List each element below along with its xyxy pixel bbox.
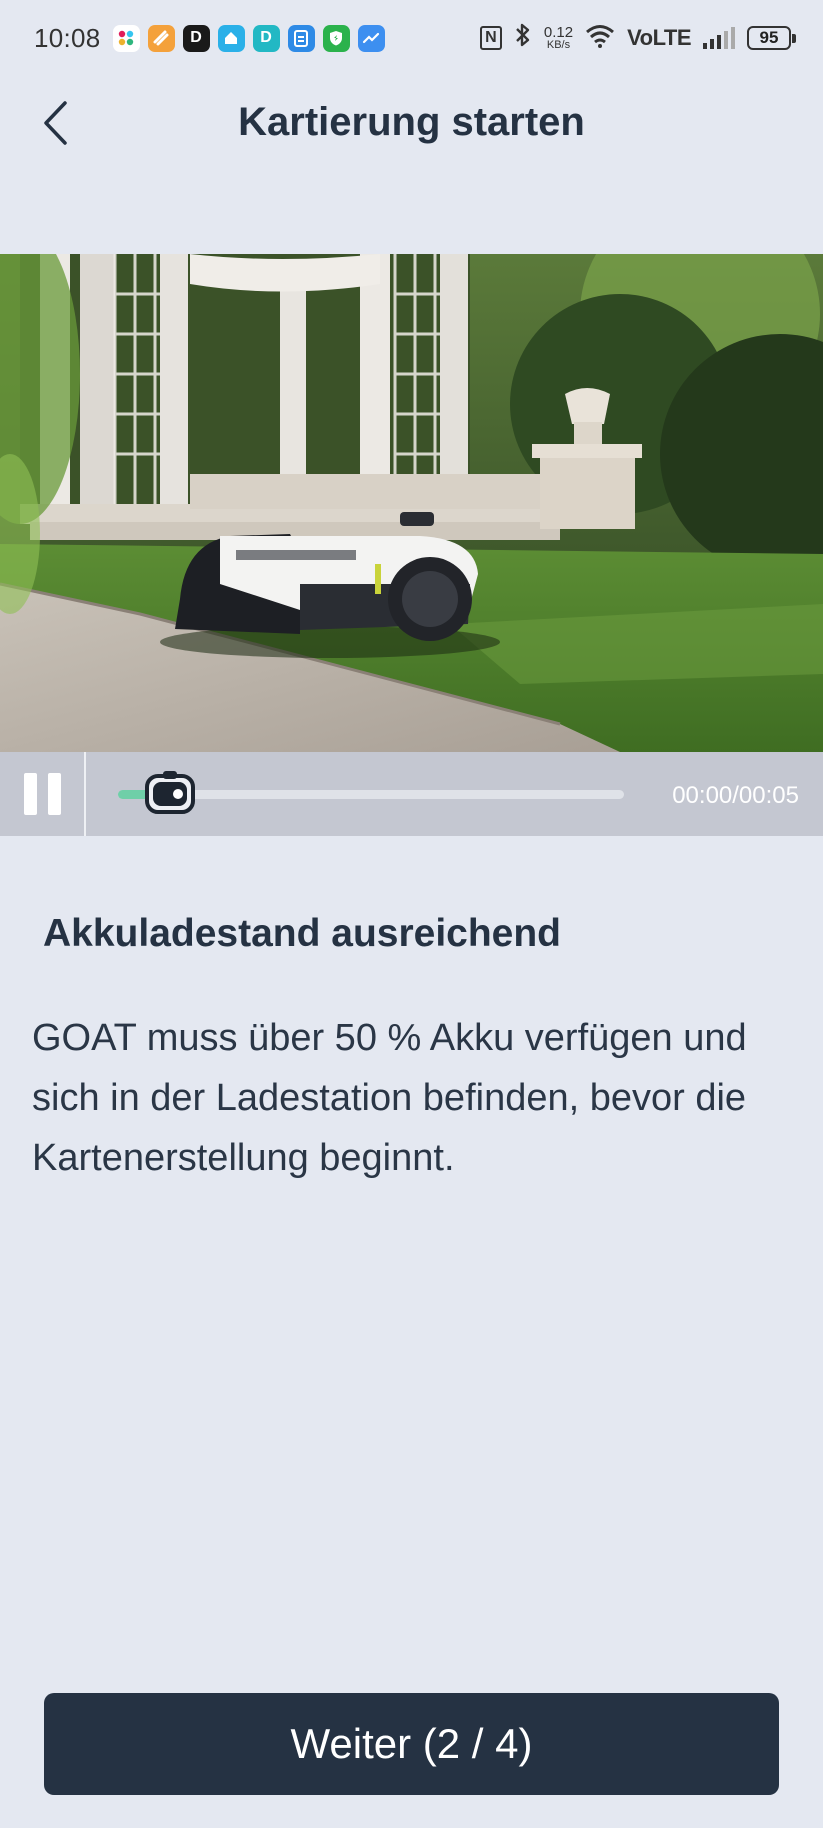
home-app-icon	[217, 24, 245, 52]
clipboard-app-icon	[287, 24, 315, 52]
video-progress-thumb[interactable]	[141, 770, 199, 818]
tasks-app-icon	[147, 24, 175, 52]
network-speed-value: 0.12	[543, 24, 574, 41]
battery-icon: 95	[747, 26, 796, 50]
volte-label: VoLTE	[627, 25, 691, 50]
status-right: N 0.12 KB/s VoLTE 95	[479, 22, 796, 55]
trend-app-icon	[357, 24, 385, 52]
nfc-icon: N	[479, 26, 502, 50]
controls-divider	[84, 752, 86, 836]
d-app-icon: D	[182, 24, 210, 52]
signal-strength-icon	[703, 27, 735, 49]
section-body: GOAT muss über 50 % Akku verfügen und si…	[32, 1017, 747, 1179]
page-title: Kartierung starten	[238, 100, 585, 144]
next-button[interactable]: Weiter (2 / 4)	[44, 1693, 779, 1795]
video-player[interactable]	[0, 254, 823, 752]
d-teal-app-icon: D	[252, 24, 280, 52]
mower-thumb-icon	[145, 771, 195, 814]
video-frame-image	[0, 254, 823, 752]
bluetooth-icon	[514, 22, 532, 55]
battery-level: 95	[759, 28, 779, 47]
status-time: 10:08	[34, 22, 101, 53]
status-bar: 10:08 D D N 0.12 KB/s VoLTE 95	[0, 0, 823, 76]
status-left: 10:08 D D	[34, 23, 385, 54]
section-heading: Akkuladestand ausreichend	[43, 912, 562, 955]
network-speed: 0.12 KB/s	[544, 25, 573, 51]
shield-app-icon	[322, 24, 350, 52]
network-speed-unit: KB/s	[546, 39, 571, 51]
pause-icon-bar-right	[47, 773, 61, 815]
slack-icon	[112, 24, 140, 52]
header: Kartierung starten	[0, 76, 823, 176]
video-time-readout: 00:00/00:05	[672, 782, 799, 809]
wifi-icon	[585, 24, 615, 53]
pause-icon-bar-left	[23, 773, 37, 815]
pause-button[interactable]	[0, 752, 84, 836]
